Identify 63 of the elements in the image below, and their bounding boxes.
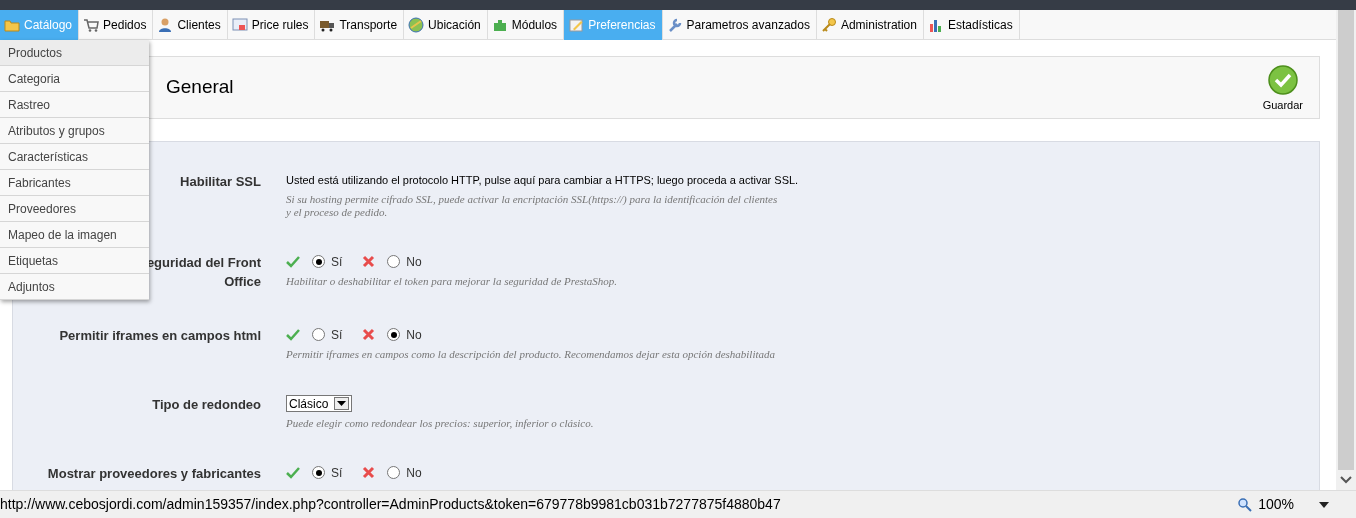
menu-item[interactable]: Fabricantes	[0, 170, 149, 196]
radio-label: No	[406, 326, 422, 344]
field-label: Tipo de redondeo	[152, 395, 261, 414]
radio-label: Sí	[331, 253, 343, 271]
check-icon	[286, 328, 300, 341]
radio-label: No	[406, 464, 422, 482]
field-hint: Si su hosting permite cifrado SSL, puede activar la encriptación SSL(https://) para la identificación del clientes y el proceso de pedido.	[286, 192, 779, 219]
globe-icon	[408, 17, 425, 33]
chart-icon	[927, 17, 944, 33]
menu-item[interactable]: Adjuntos	[0, 274, 149, 300]
menu-item[interactable]: Atributos y grupos	[0, 118, 149, 144]
caret-icon	[334, 397, 350, 410]
pencil-icon	[568, 17, 585, 33]
field-hint: Puede elegir como redondear los precios: superior, inferior o clásico.	[286, 416, 594, 430]
puzzle-icon	[491, 17, 508, 33]
menu-item[interactable]: Etiquetas	[0, 248, 149, 274]
check-icon	[1267, 65, 1298, 96]
save-button[interactable]: Guardar	[1262, 61, 1303, 114]
nav-tab[interactable]: Transporte	[315, 10, 405, 40]
cross-icon	[362, 466, 376, 479]
scrollbar[interactable]	[1336, 10, 1356, 490]
zoom-level[interactable]: 100%	[1258, 494, 1294, 515]
nav-tab[interactable]: Administration	[816, 10, 924, 40]
caret-icon[interactable]	[1318, 500, 1330, 509]
field-label: Permitir iframes en campos html	[59, 326, 261, 345]
radio-label: Sí	[331, 326, 343, 344]
nav-tab[interactable]: Price rules	[227, 10, 316, 40]
zoom-icon[interactable]	[1238, 497, 1253, 512]
status-url: http://www.cebosjordi.com/admin159357/index.php?controller=AdminProducts&token=679778b9981cb031b7277875f4880b47	[0, 495, 781, 514]
select-field[interactable]: Clásico	[286, 395, 353, 412]
menu-item[interactable]: Categoria	[0, 66, 149, 92]
key-icon	[820, 17, 837, 33]
field-hint: Permitir iframes en campos como la descripción del producto. Recomendamos dejar esta opción deshabilitada	[286, 347, 776, 361]
cross-icon	[362, 255, 376, 268]
field-label: Habilitar SSL	[180, 173, 261, 191]
nav-tab[interactable]: Parametros avanzados	[662, 10, 817, 40]
menu-item[interactable]: Mapeo de la imagen	[0, 222, 149, 248]
field-label: Mostrar proveedores y fabricantes	[47, 464, 261, 483]
cart-icon	[83, 17, 100, 33]
nav-tab[interactable]: Ubicación	[404, 10, 488, 40]
field-hint: Habilitar o deshabilitar el token para mejorar la seguridad de PrestaShop.	[286, 274, 618, 288]
radio-label: Sí	[331, 464, 343, 482]
person-icon	[157, 17, 174, 33]
radio-button[interactable]	[312, 466, 325, 479]
radio-button[interactable]	[387, 466, 401, 479]
check-icon	[286, 255, 300, 268]
radio-label: No	[406, 253, 422, 271]
radio-button[interactable]	[387, 328, 401, 341]
menu-item[interactable]: Rastreo	[0, 92, 149, 118]
page-title: General	[166, 75, 234, 100]
radio-button[interactable]	[312, 328, 325, 341]
nav-tab[interactable]: Estadísticas	[923, 10, 1020, 40]
check-icon	[286, 466, 300, 479]
notice-text: Usted está utilizando el protocolo HTTP, pulse aquí para cambiar a HTTPS; luego proceda a activar SSL.	[286, 173, 799, 188]
menu-item[interactable]: Proveedores	[0, 196, 149, 222]
menu-item[interactable]: Características	[0, 144, 149, 170]
cross-icon	[362, 328, 376, 341]
folder-icon	[4, 17, 20, 33]
radio-button[interactable]	[312, 255, 325, 268]
nav-tab[interactable]: Clientes	[153, 10, 228, 40]
radio-button[interactable]	[387, 255, 401, 268]
menu-item[interactable]: Productos	[0, 40, 149, 66]
card-icon	[231, 17, 248, 33]
